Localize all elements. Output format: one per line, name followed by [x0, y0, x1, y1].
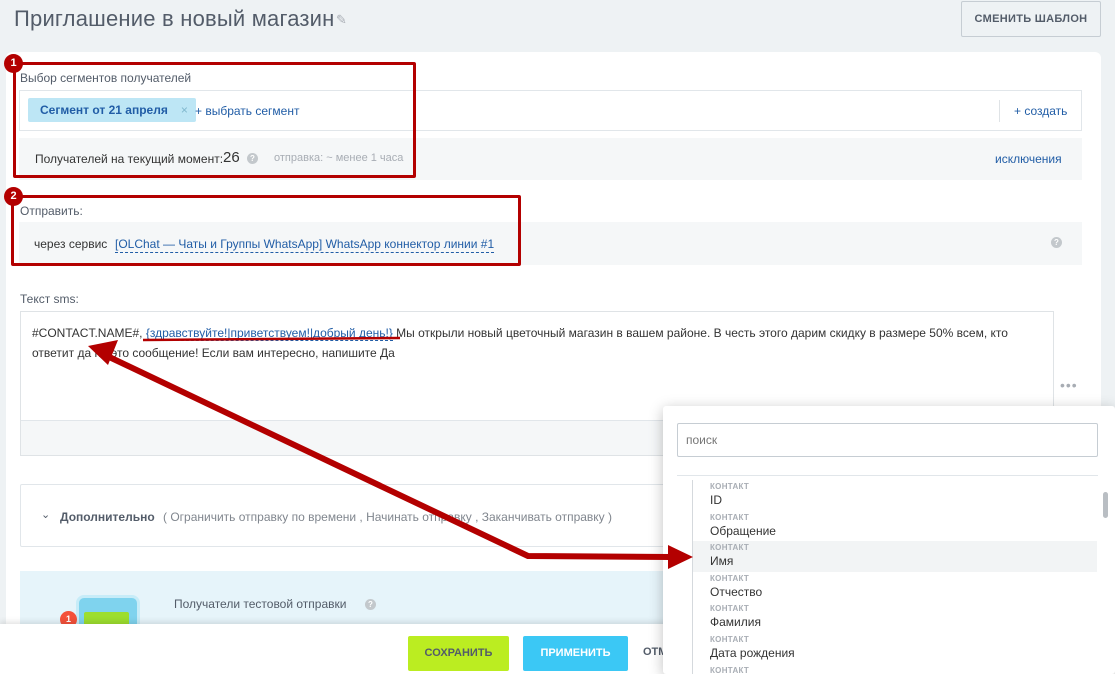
annotation-badge-2: 2 — [4, 187, 23, 206]
advanced-section[interactable]: ⌄ Дополнительно ( Ограничить отправку по… — [20, 484, 720, 547]
contact-name-placeholder: #CONTACT.NAME# — [32, 326, 140, 340]
annotation-box-1 — [13, 62, 416, 178]
help-icon[interactable]: ? — [365, 599, 376, 610]
annotation-badge-1: 1 — [4, 54, 23, 73]
item-name: Обращение — [710, 523, 776, 538]
comma: , — [139, 326, 143, 340]
item-category: КОНТАКТ — [710, 512, 750, 522]
item-category: КОНТАКТ — [710, 573, 750, 583]
item-category: КОНТАКТ — [710, 543, 750, 553]
list-item[interactable]: КОНТАКТ Имя — [693, 541, 1097, 572]
page-title: Приглашение в новый магазин — [14, 6, 335, 31]
item-category: КОНТАКТ — [710, 634, 750, 644]
scrollbar[interactable] — [1103, 492, 1108, 518]
chevron-down-icon: ⌄ — [41, 509, 51, 521]
item-category: КОНТАКТ — [710, 604, 750, 614]
list-item[interactable]: КОНТАКТ Дата рождения — [693, 633, 1097, 664]
item-name: ID — [710, 493, 722, 507]
sms-label: Текст sms: — [20, 292, 79, 306]
list-item[interactable]: КОНТАКТ ID — [693, 480, 1097, 511]
search-input[interactable] — [677, 423, 1098, 457]
pencil-icon[interactable]: ✎ — [336, 12, 348, 27]
divider — [677, 475, 1098, 476]
item-name: Отчество — [710, 584, 763, 599]
test-recipients-label: Получатели тестовой отправки — [174, 597, 347, 611]
change-template-button[interactable]: СМЕНИТЬ ШАБЛОН — [961, 1, 1101, 37]
advanced-options: ( Ограничить отправку по времени , Начин… — [163, 510, 613, 524]
annotation-box-2 — [11, 195, 521, 266]
item-category: КОНТАКТ — [710, 482, 750, 491]
more-icon[interactable]: ••• — [1060, 377, 1078, 393]
exclusions-link[interactable]: исключения — [995, 152, 1062, 166]
item-name: Имя — [710, 554, 734, 569]
list-item[interactable]: КОНТАКТ Отчество — [693, 572, 1097, 603]
sms-content: #CONTACT.NAME#, {здравствуйте!|приветств… — [32, 323, 1047, 363]
list-item[interactable]: КОНТАКТ Фамилия — [693, 602, 1097, 633]
help-icon[interactable]: ? — [1051, 237, 1062, 248]
item-name: Дата рождения — [710, 645, 795, 660]
item-category: КОНТАКТ — [710, 665, 750, 674]
apply-button[interactable]: ПРИМЕНИТЬ — [523, 636, 628, 671]
item-name: Фамилия — [710, 615, 761, 630]
field-list: КОНТАКТ ID КОНТАКТ Обращение КОНТАКТ Имя КО… — [692, 480, 1097, 674]
advanced-title: Дополнительно — [60, 510, 155, 524]
save-button[interactable]: СОХРАНИТЬ — [408, 636, 509, 671]
list-item[interactable]: КОНТАКТ — [693, 664, 1097, 674]
greeting-variant-placeholder[interactable]: {здравствуйте!|приветствуем!|добрый день… — [145, 326, 393, 341]
field-picker-popup: КОНТАКТID КОНТАКТОбращение КОНТАКТИмя КО… — [663, 406, 1115, 674]
divider — [999, 100, 1000, 122]
list-item[interactable]: КОНТАКТ Обращение — [693, 511, 1097, 542]
create-segment-link[interactable]: + создать — [1014, 104, 1067, 118]
